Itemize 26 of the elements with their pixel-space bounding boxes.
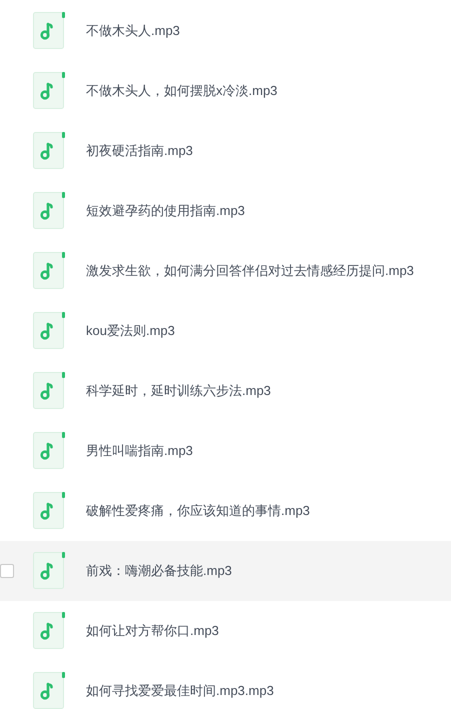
audio-file-icon xyxy=(33,312,65,350)
audio-file-icon xyxy=(33,612,65,650)
file-name: 前戏：嗨潮必备技能.mp3 xyxy=(86,562,232,580)
file-name: 如何寻找爱爱最佳时间.mp3.mp3 xyxy=(86,682,274,700)
audio-file-icon xyxy=(33,552,65,590)
file-name: 激发求生欲，如何满分回答伴侣对过去情感经历提问.mp3 xyxy=(86,262,414,280)
audio-file-icon xyxy=(33,252,65,290)
file-name: 初夜硬活指南.mp3 xyxy=(86,142,193,160)
audio-file-icon xyxy=(33,12,65,50)
audio-file-icon xyxy=(33,132,65,170)
audio-file-icon xyxy=(33,672,65,709)
audio-file-icon xyxy=(33,192,65,230)
file-name: 破解性爱疼痛，你应该知道的事情.mp3 xyxy=(86,502,310,520)
file-name: 不做木头人.mp3 xyxy=(86,22,180,40)
file-name: 不做木头人，如何摆脱x冷淡.mp3 xyxy=(86,82,278,100)
file-name: 男性叫喘指南.mp3 xyxy=(86,442,193,460)
file-name: 如何让对方帮你口.mp3 xyxy=(86,622,219,640)
audio-file-icon xyxy=(33,372,65,410)
file-name: 短效避孕药的使用指南.mp3 xyxy=(86,202,245,220)
file-name: kou爱法则.mp3 xyxy=(86,322,175,340)
audio-file-icon xyxy=(33,72,65,110)
file-row[interactable]: 前戏：嗨潮必备技能.mp3 xyxy=(0,541,451,601)
audio-file-icon xyxy=(33,432,65,470)
checkbox[interactable] xyxy=(0,564,14,578)
audio-file-icon xyxy=(33,492,65,530)
file-name: 科学延时，延时训练六步法.mp3 xyxy=(86,382,271,400)
